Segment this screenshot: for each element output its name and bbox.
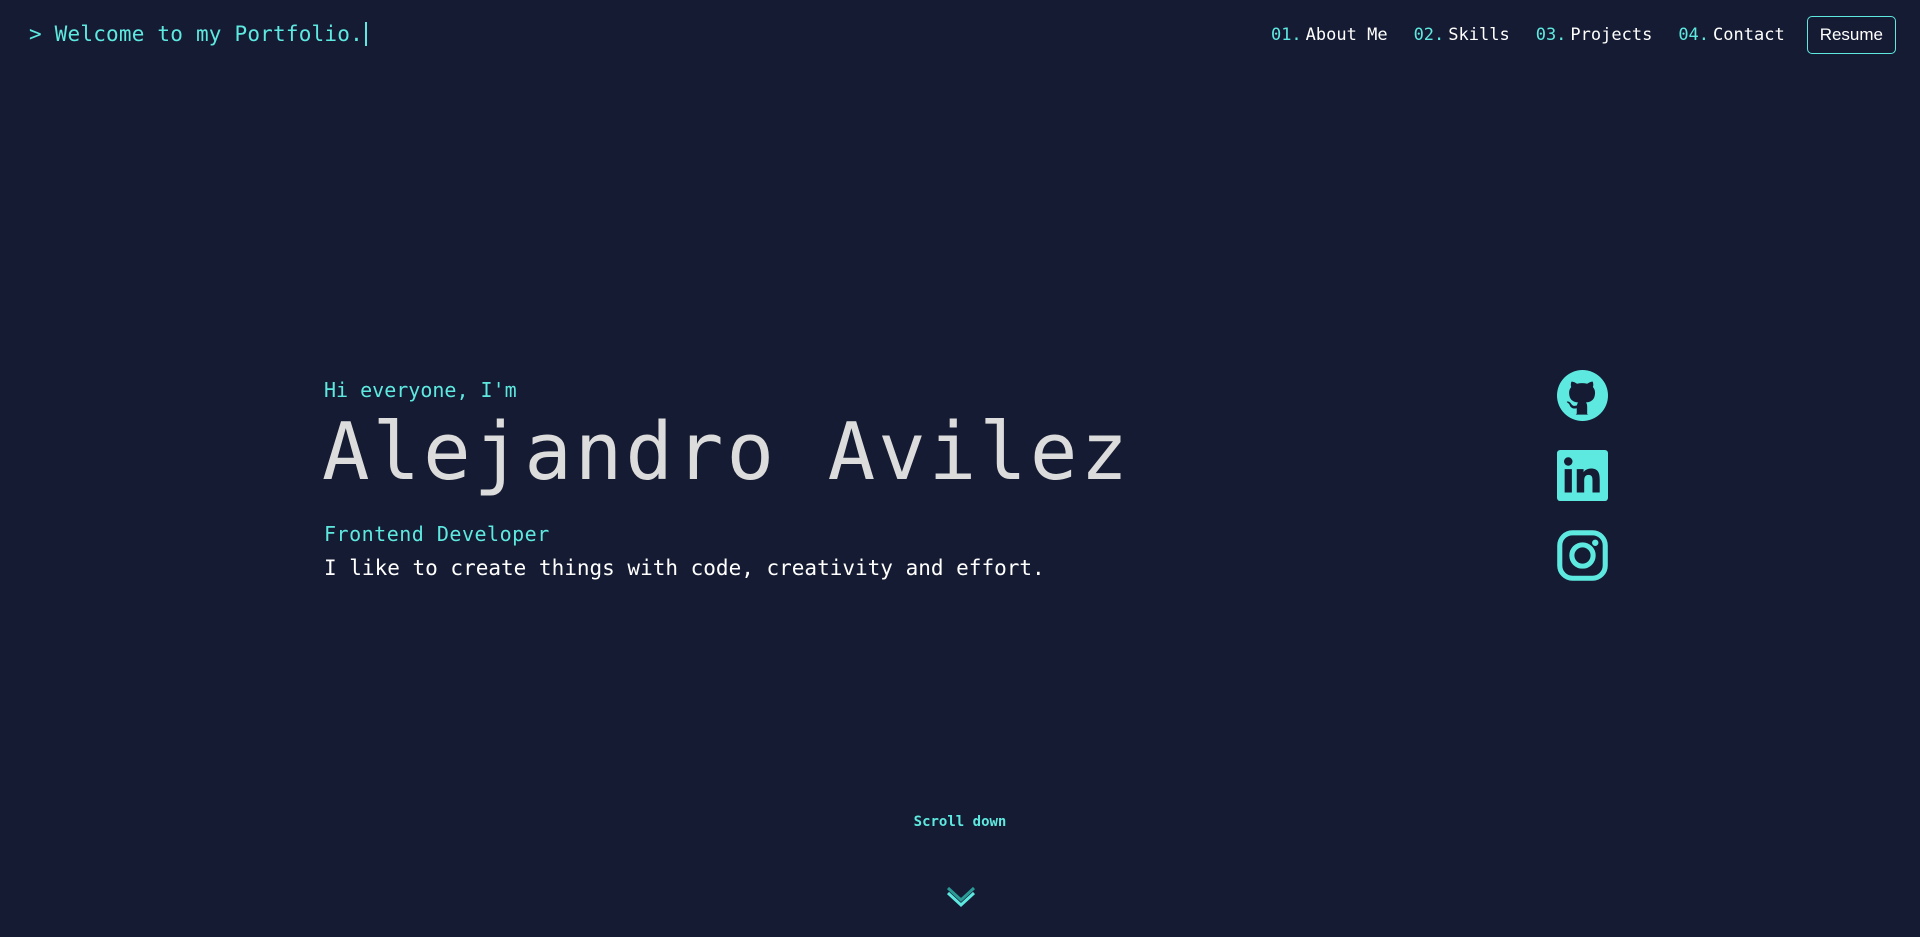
typing-cursor xyxy=(364,22,367,46)
github-link[interactable] xyxy=(1557,370,1608,421)
portfolio-page: > Welcome to my Portfolio. 01. About Me 0… xyxy=(0,0,1920,937)
nav-about-me[interactable]: 01. About Me xyxy=(1271,25,1388,45)
nav-label: Projects xyxy=(1570,25,1653,45)
instagram-icon xyxy=(1557,530,1608,581)
hero-name: Alejandro Avilez xyxy=(322,406,1131,498)
nav-label: Skills xyxy=(1448,25,1510,45)
nav-number: 02. xyxy=(1413,25,1445,45)
hero-role: Frontend Developer xyxy=(324,522,550,546)
linkedin-link[interactable] xyxy=(1557,450,1608,501)
nav-label: About Me xyxy=(1305,25,1388,45)
hero-section: Hi everyone, I'm Alejandro Avilez Fronte… xyxy=(322,378,1131,580)
hero-greeting: Hi everyone, I'm xyxy=(324,378,517,402)
linkedin-icon xyxy=(1557,450,1608,501)
nav-projects[interactable]: 03. Projects xyxy=(1536,25,1653,45)
scroll-down-label: Scroll down xyxy=(913,814,1007,830)
nav-number: 03. xyxy=(1535,25,1567,45)
welcome-text: > Welcome to my Portfolio. xyxy=(29,22,363,46)
welcome-banner: > Welcome to my Portfolio. xyxy=(29,22,367,46)
hero-tagline: I like to create things with code, creat… xyxy=(324,556,1045,580)
nav-number: 01. xyxy=(1270,25,1302,45)
chevron-down-icon xyxy=(946,886,976,908)
main-nav: 01. About Me 02. Skills 03. Projects 04. Con… xyxy=(1271,16,1896,54)
resume-button[interactable]: Resume xyxy=(1806,16,1896,54)
nav-contact[interactable]: 04. Contact xyxy=(1678,25,1784,45)
nav-number: 04. xyxy=(1678,25,1710,45)
github-icon xyxy=(1557,370,1608,421)
site-header: > Welcome to my Portfolio. 01. About Me 0… xyxy=(0,0,1920,70)
scroll-down-button[interactable] xyxy=(944,882,978,910)
instagram-link[interactable] xyxy=(1557,530,1608,581)
nav-label: Contact xyxy=(1713,25,1785,45)
nav-skills[interactable]: 02. Skills xyxy=(1414,25,1510,45)
social-links xyxy=(1557,370,1608,581)
